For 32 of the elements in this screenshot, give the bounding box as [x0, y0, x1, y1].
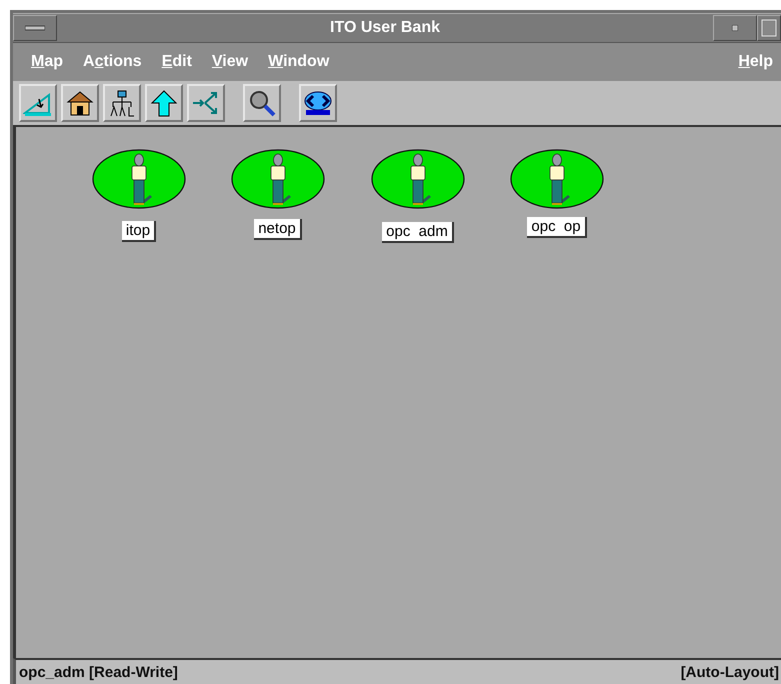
node-label: netop	[254, 219, 302, 240]
toolbar-button[interactable]	[145, 84, 183, 122]
minimize-button[interactable]	[713, 15, 757, 41]
user-node-icon[interactable]	[92, 149, 186, 209]
layout-status: [Auto-Layout]	[680, 664, 779, 680]
maximize-icon	[761, 19, 777, 37]
menu-item[interactable]: Map	[29, 51, 65, 73]
node-label: itop	[122, 221, 156, 242]
user-node-icon[interactable]	[371, 149, 465, 209]
menu-item[interactable]: Edit	[160, 51, 194, 73]
user-node-icon[interactable]	[231, 149, 325, 209]
minimize-icon	[732, 25, 738, 31]
node-label: opc adm	[382, 222, 454, 243]
house-icon	[65, 89, 95, 117]
toolbar-button[interactable]	[61, 84, 99, 122]
maximize-button[interactable]	[757, 15, 781, 41]
toolbar-button[interactable]	[103, 84, 141, 122]
window-menu-button[interactable]	[13, 15, 57, 41]
toolbar-button[interactable]	[299, 84, 337, 122]
menu-item[interactable]: Window	[266, 51, 332, 73]
up-arrow-icon	[149, 89, 179, 117]
user-node-icon[interactable]	[510, 149, 604, 209]
status-text: opc_adm [Read-Write]	[19, 664, 178, 680]
bar-icon	[25, 25, 45, 31]
logo-icon	[303, 90, 333, 116]
menu-item[interactable]: Help	[736, 51, 775, 73]
node-label: opc op	[527, 217, 587, 238]
magnifier-icon	[247, 89, 277, 117]
menu-item[interactable]: View	[210, 51, 250, 73]
window-title: ITO User Bank	[329, 19, 441, 37]
menu-item[interactable]: Actions	[81, 51, 144, 73]
zoom-button[interactable]	[243, 84, 281, 122]
